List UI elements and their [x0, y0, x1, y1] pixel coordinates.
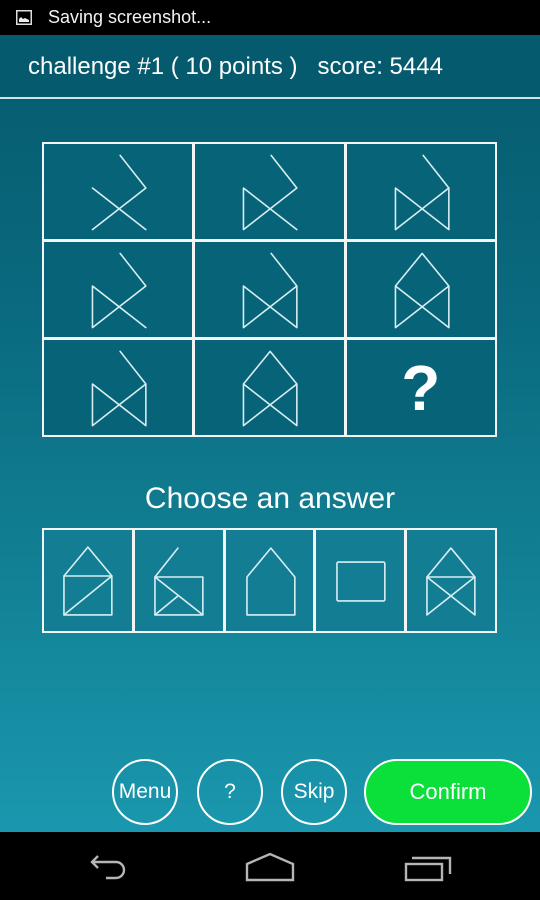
- figure-x-hook-left-bar: [91, 252, 147, 329]
- answer-option-5[interactable]: [407, 530, 495, 631]
- figure-rectangle: [336, 561, 387, 602]
- answer-option-3[interactable]: [225, 530, 314, 631]
- status-bar: Saving screenshot...: [0, 0, 540, 35]
- header-divider: [0, 97, 540, 99]
- challenge-title: challenge #1 ( 10 points ) score: 5444: [28, 53, 443, 80]
- confirm-button[interactable]: Confirm: [364, 759, 532, 825]
- question-mark: ?: [401, 351, 441, 424]
- puzzle-cell: [44, 144, 193, 239]
- figure-bowtie-hook: [394, 154, 450, 231]
- puzzle-cell: [195, 340, 344, 435]
- game-screen: challenge #1 ( 10 points ) score: 5444 ?…: [0, 35, 540, 832]
- skip-button[interactable]: Skip: [281, 759, 347, 825]
- answer-option-4[interactable]: [316, 530, 405, 631]
- home-button[interactable]: [240, 850, 300, 884]
- answer-option-1[interactable]: [44, 530, 132, 631]
- figure-bowtie-hook: [91, 350, 147, 427]
- puzzle-grid: ?: [42, 142, 497, 437]
- recents-icon: [404, 856, 452, 882]
- figure-x-hook-left-bar: [242, 154, 298, 231]
- figure-bowtie-roof: [394, 252, 450, 329]
- puzzle-cell: [346, 144, 495, 239]
- back-icon: [90, 855, 126, 880]
- figure-x-with-hook: [91, 154, 147, 231]
- puzzle-cell: [195, 144, 344, 239]
- navigation-bar: [0, 832, 540, 900]
- choose-answer-label: Choose an answer: [144, 482, 396, 515]
- back-button[interactable]: [82, 850, 142, 884]
- figure-house-outline: [245, 547, 296, 616]
- menu-button[interactable]: Menu: [112, 759, 178, 825]
- header: challenge #1 ( 10 points ) score: 5444: [0, 35, 540, 97]
- figure-house-diagonal: [63, 546, 113, 616]
- home-icon: [245, 852, 295, 882]
- figure-box-slash-hook: [153, 547, 204, 616]
- help-button[interactable]: ?: [197, 759, 263, 825]
- status-text: Saving screenshot...: [48, 7, 212, 27]
- puzzle-cell: [44, 340, 193, 435]
- figure-bowtie-hook: [242, 252, 298, 329]
- answer-options: [42, 528, 497, 633]
- puzzle-cell: [44, 242, 193, 337]
- puzzle-cell: [195, 242, 344, 337]
- figure-bowtie-roof: [242, 350, 298, 427]
- image-icon: [16, 10, 32, 25]
- figure-house-cross: [426, 547, 476, 616]
- recents-button[interactable]: [398, 850, 458, 884]
- answer-option-2[interactable]: [134, 530, 223, 631]
- puzzle-cell: [346, 242, 495, 337]
- puzzle-cell-unknown: ?: [346, 340, 495, 435]
